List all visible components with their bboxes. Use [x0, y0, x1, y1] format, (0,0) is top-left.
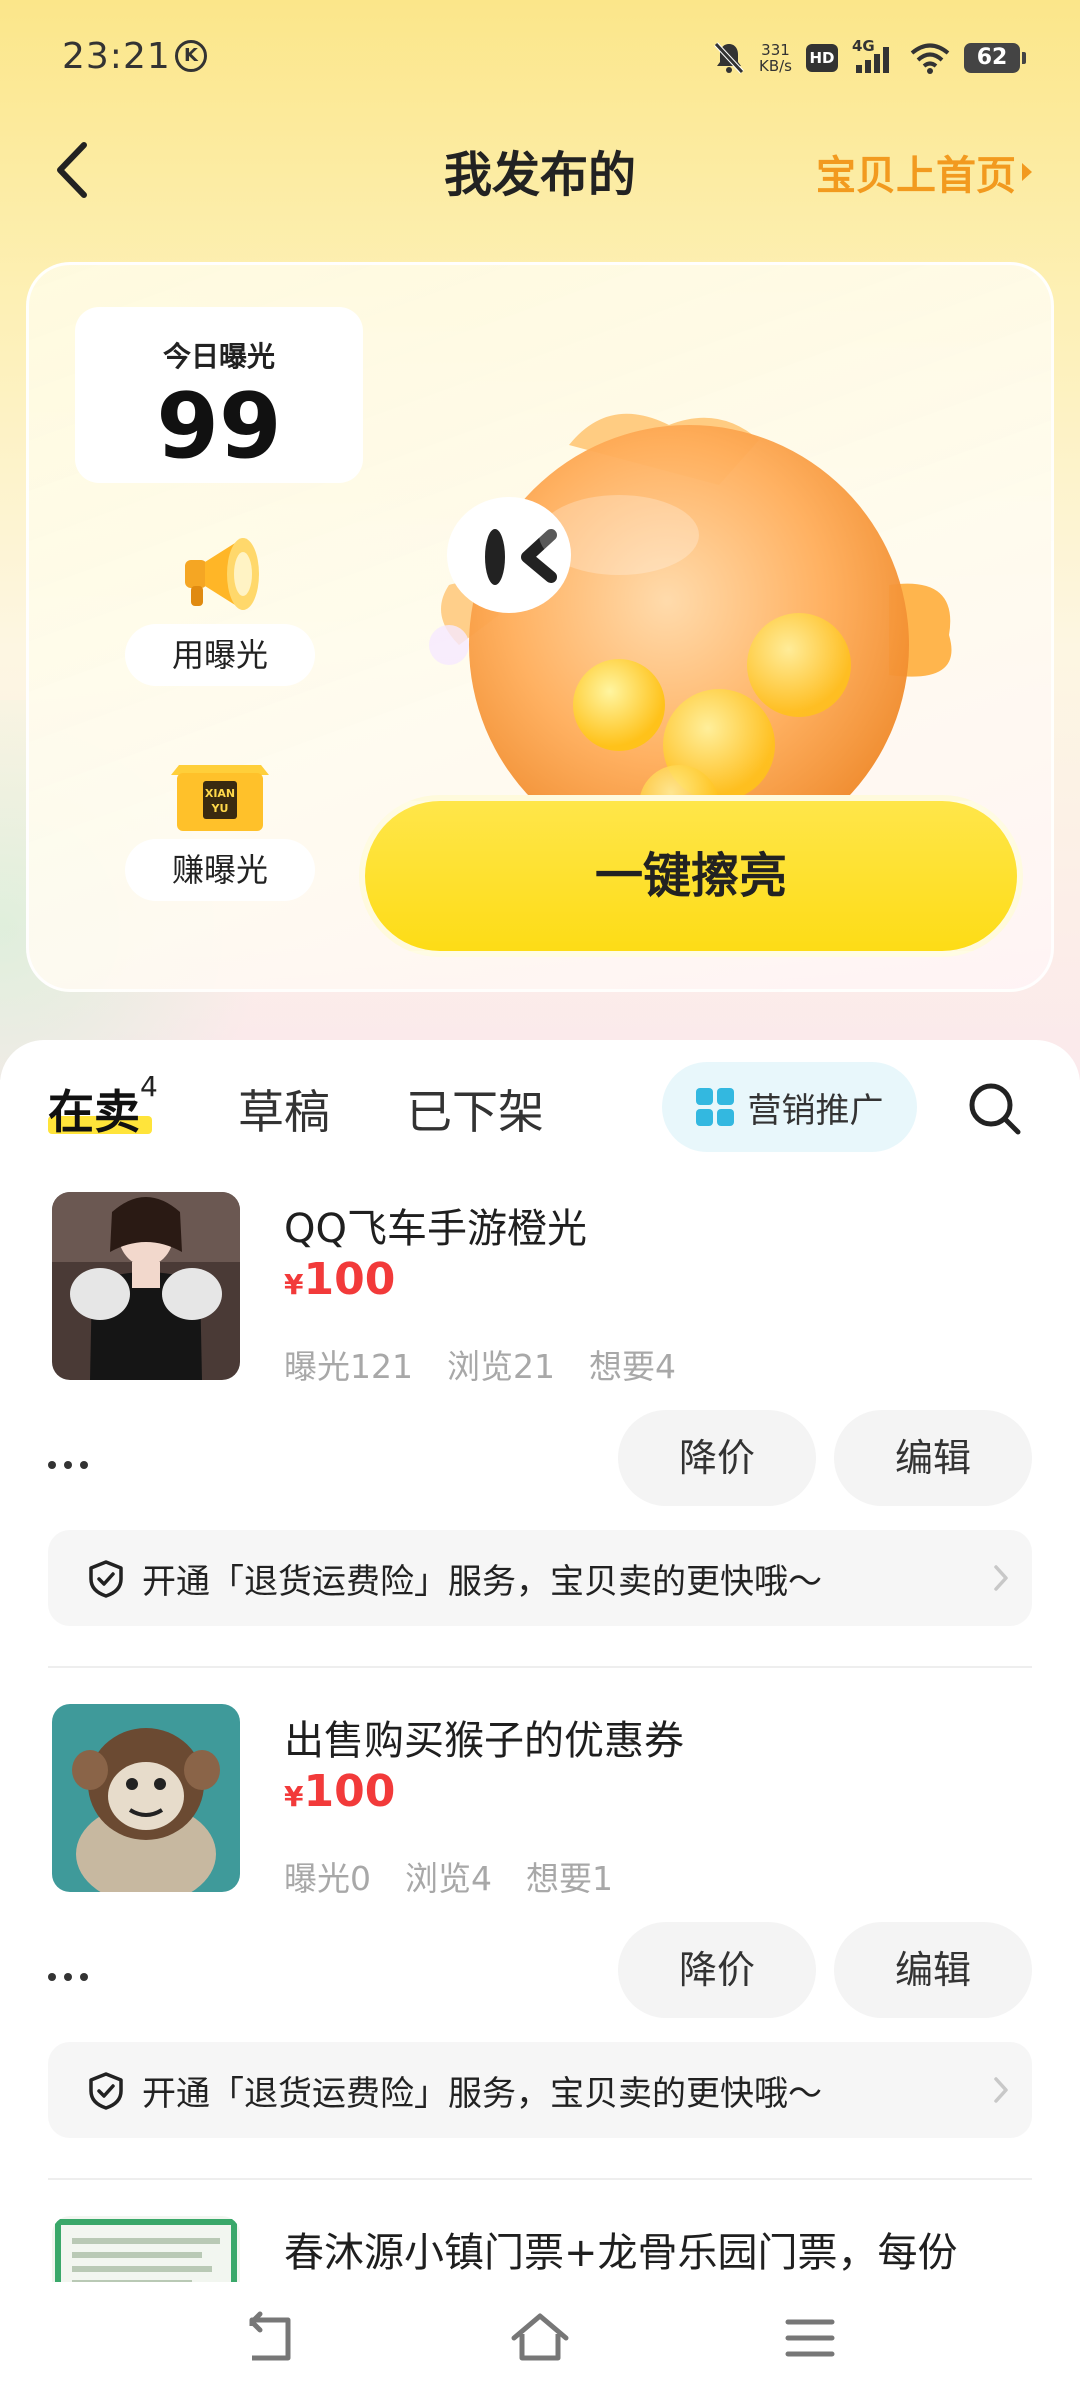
stat-exposure: 曝光0: [284, 1859, 371, 1898]
listing-title: 春沐源小镇门票+龙骨乐园门票，每份: [284, 2230, 958, 2276]
stat-views: 浏览4: [405, 1859, 492, 1898]
shipping-insurance-text: 开通「退货运费险」服务，宝贝卖的更快哦～: [142, 2074, 822, 2114]
more-dots-icon[interactable]: [48, 1450, 108, 1480]
mute-bell-icon: [714, 42, 744, 74]
gift-box-icon: XIAN YU: [171, 765, 269, 831]
item-divider: [48, 1666, 1032, 1668]
item-divider: [48, 2178, 1032, 2180]
stat-exposure: 曝光121: [284, 1347, 413, 1386]
exposure-card: 今日曝光 99 用曝光 XIAN YU 赚曝光 一键擦亮: [26, 262, 1054, 992]
one-tap-refresh-button[interactable]: 一键擦亮: [359, 795, 1023, 957]
system-navigation-bar: [0, 2282, 1080, 2400]
listing-price: ¥100: [284, 1766, 396, 1817]
shield-check-icon: [89, 2072, 123, 2110]
today-exposure-label: 今日曝光: [162, 340, 275, 373]
chevron-right-icon: [994, 1565, 1008, 1591]
marketing-promotion-button[interactable]: 营销推广: [662, 1062, 917, 1152]
hd-badge: HD: [806, 44, 838, 72]
stat-wants: 想要1: [526, 1859, 613, 1898]
earn-exposure-label: 赚曝光: [125, 839, 315, 901]
listing-thumbnail: [52, 2216, 240, 2290]
tab-drafts[interactable]: 草稿: [238, 1076, 330, 1142]
network-speed: 331 KB/s: [759, 41, 792, 75]
edit-button[interactable]: 编辑: [834, 1410, 1032, 1506]
edit-button[interactable]: 编辑: [834, 1922, 1032, 2018]
listing-stats: 曝光121 浏览21 想要4: [284, 1340, 676, 1388]
listing-item[interactable]: 春沐源小镇门票+龙骨乐园门票，每份: [48, 2216, 1032, 2290]
marketing-promotion-label: 营销推广: [747, 1090, 884, 1131]
search-icon[interactable]: [966, 1080, 1022, 1136]
today-exposure-box: 今日曝光 99: [75, 307, 363, 483]
stat-views: 浏览21: [447, 1347, 555, 1386]
tab-offline[interactable]: 已下架: [406, 1076, 544, 1142]
status-indicators: 331 KB/s HD 4G 62: [713, 36, 1026, 80]
use-exposure-button[interactable]: 用曝光: [124, 520, 316, 686]
listing-item[interactable]: 出售购买猴子的优惠券 ¥100 曝光0 浏览4 想要1 降价 编辑 开通「退货运…: [48, 1704, 1032, 2144]
tab-selling[interactable]: 在卖: [48, 1076, 140, 1142]
nav-back-icon[interactable]: [240, 2308, 300, 2368]
listing-thumbnail: [52, 1192, 240, 1380]
promote-link-label: 宝贝上首页: [816, 153, 1016, 199]
promote-to-homepage-link[interactable]: 宝贝上首页: [816, 143, 1032, 201]
use-exposure-label: 用曝光: [125, 624, 315, 686]
today-exposure-value: 99: [156, 374, 282, 479]
listing-tabs: 在卖 4 草稿 已下架 营销推广: [0, 1040, 1080, 1170]
listing-title: QQ飞车手游橙光: [284, 1206, 587, 1252]
stat-wants: 想要4: [589, 1347, 676, 1386]
status-time: 23:21: [62, 36, 171, 77]
earn-exposure-button[interactable]: XIAN YU 赚曝光: [124, 745, 316, 901]
page-header: 我发布的 宝贝上首页: [0, 115, 1080, 225]
chevron-right-icon: [994, 2077, 1008, 2103]
svg-text:YU: YU: [211, 802, 229, 815]
shipping-insurance-banner[interactable]: 开通「退货运费险」服务，宝贝卖的更快哦～: [48, 1530, 1032, 1626]
listing-stats: 曝光0 浏览4 想要1: [284, 1852, 613, 1900]
more-dots-icon[interactable]: [48, 1962, 108, 1992]
nav-menu-icon[interactable]: [780, 2308, 840, 2368]
nav-home-icon[interactable]: [510, 2308, 570, 2368]
listing-item[interactable]: QQ飞车手游橙光 ¥100 曝光121 浏览21 想要4 降价 编辑 开通「退货…: [48, 1192, 1032, 1632]
shipping-insurance-text: 开通「退货运费险」服务，宝贝卖的更快哦～: [142, 1562, 822, 1602]
wifi-icon: [910, 43, 950, 74]
listing-price: ¥100: [284, 1254, 396, 1305]
listings-panel: 在卖 4 草稿 已下架 营销推广 QQ飞车手游橙光 ¥100 曝光121 浏览2…: [0, 1040, 1080, 2290]
shield-check-icon: [89, 1560, 123, 1598]
listing-title: 出售购买猴子的优惠券: [284, 1718, 684, 1764]
reduce-price-button[interactable]: 降价: [618, 1410, 816, 1506]
triangle-right-icon: [1022, 163, 1032, 181]
reduce-price-button[interactable]: 降价: [618, 1922, 816, 2018]
listing-thumbnail: [52, 1704, 240, 1892]
shipping-insurance-banner[interactable]: 开通「退货运费险」服务，宝贝卖的更快哦～: [48, 2042, 1032, 2138]
battery-indicator: 62: [964, 43, 1026, 73]
tab-selling-count: 4: [140, 1070, 158, 1103]
grid-apps-icon: [695, 1088, 734, 1126]
k-badge-icon: K: [175, 40, 207, 72]
cellular-signal-icon: 4G: [852, 37, 896, 75]
status-bar: 23:21 K 331 KB/s HD 4G 62: [0, 0, 1080, 115]
svg-text:XIAN: XIAN: [205, 787, 235, 800]
megaphone-icon: [185, 538, 259, 610]
